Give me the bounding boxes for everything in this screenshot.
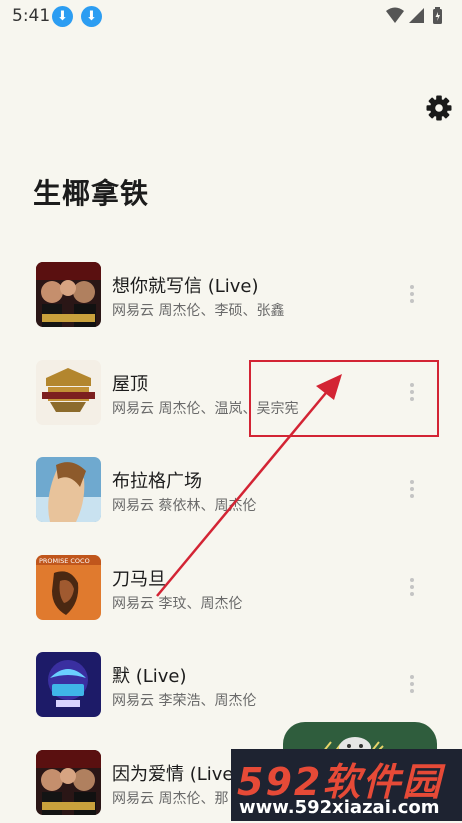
- song-subtitle: 网易云 蔡依林、周杰伦: [112, 495, 256, 515]
- svg-text:PROMISE COCO: PROMISE COCO: [39, 557, 90, 565]
- settings-button[interactable]: [424, 93, 454, 123]
- song-title: 刀马旦: [112, 565, 166, 591]
- song-subtitle: 网易云 周杰伦、那: [112, 788, 228, 808]
- song-title: 布拉格广场: [112, 467, 202, 493]
- more-options-icon[interactable]: [403, 477, 421, 503]
- song-title: 屋顶: [112, 370, 148, 396]
- gear-icon: [424, 93, 454, 123]
- list-item[interactable]: 默 (Live) 网易云 李荣浩、周杰伦: [0, 628, 462, 726]
- song-subtitle: 网易云 周杰伦、李硕、张鑫: [112, 300, 284, 320]
- song-title: 想你就写信 (Live): [112, 272, 259, 298]
- battery-charging-icon: [433, 7, 442, 24]
- list-item[interactable]: 想你就写信 (Live) 网易云 周杰伦、李硕、张鑫: [0, 238, 462, 336]
- wifi-icon: [386, 8, 404, 24]
- album-cover: PROMISE COCO: [36, 555, 101, 620]
- album-cover: [36, 457, 101, 522]
- list-item[interactable]: PROMISE COCO 刀马旦 网易云 李玟、周杰伦: [0, 531, 462, 629]
- download-icon: ⬇: [52, 6, 73, 27]
- song-subtitle: 网易云 李荣浩、周杰伦: [112, 690, 256, 710]
- album-cover: [36, 750, 101, 815]
- annotation-highlight-box: [249, 360, 439, 437]
- watermark: 592软件园 www.592xiazai.com: [231, 749, 462, 821]
- album-cover: [36, 360, 101, 425]
- status-icons: [384, 6, 446, 26]
- status-bar: 5:41 ⬇ ⬇: [0, 0, 462, 34]
- album-cover: [36, 652, 101, 717]
- song-title: 因为爱情 (Live): [112, 760, 241, 786]
- more-options-icon[interactable]: [403, 575, 421, 601]
- album-cover: [36, 262, 101, 327]
- watermark-url: www.592xiazai.com: [239, 797, 440, 818]
- song-subtitle: 网易云 李玟、周杰伦: [112, 593, 242, 613]
- status-time: 5:41: [12, 6, 50, 26]
- download-icon: ⬇: [81, 6, 102, 27]
- list-item[interactable]: 布拉格广场 网易云 蔡依林、周杰伦: [0, 433, 462, 531]
- song-title: 默 (Live): [112, 662, 187, 688]
- more-options-icon[interactable]: [403, 672, 421, 698]
- signal-icon: [409, 8, 424, 23]
- more-options-icon[interactable]: [403, 282, 421, 308]
- page-title: 生椰拿铁: [33, 172, 149, 212]
